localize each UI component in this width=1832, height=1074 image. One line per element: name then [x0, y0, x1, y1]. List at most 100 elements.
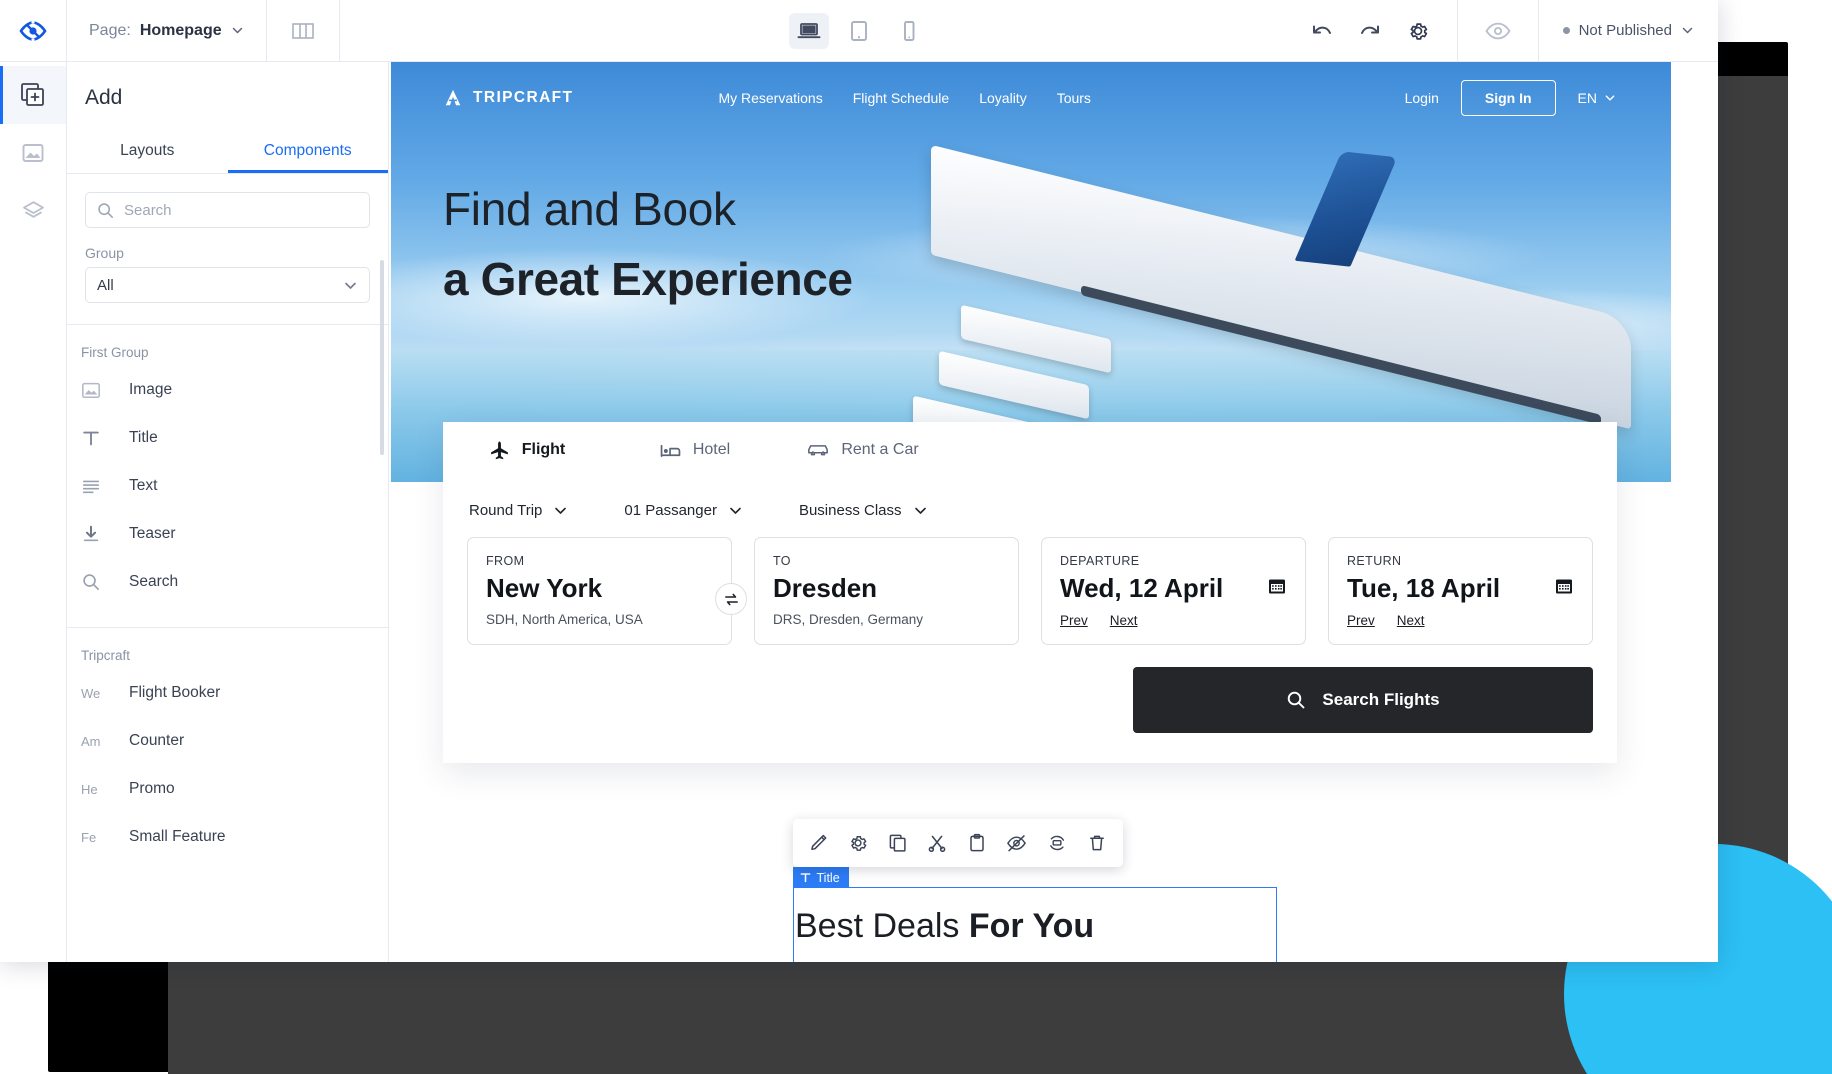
booking-footer: Search Flights: [467, 645, 1593, 733]
to-subtext: DRS, Dresden, Germany: [773, 612, 924, 627]
pencil-icon: [811, 834, 827, 851]
search-input[interactable]: [124, 201, 358, 219]
element-settings-button[interactable]: [848, 833, 868, 853]
departure-prev-link[interactable]: Prev: [1060, 613, 1088, 628]
hide-button[interactable]: [1006, 833, 1027, 853]
section-label-tripcraft: Tripcraft: [81, 648, 131, 663]
redo-button[interactable]: [1359, 22, 1381, 40]
page-selector[interactable]: Page: Homepage: [67, 0, 267, 61]
return-value: Tue, 18 April: [1347, 573, 1501, 603]
tab-layouts[interactable]: Layouts: [67, 132, 228, 173]
chevron-down-icon: [1682, 27, 1693, 34]
selection-type-tag: Title: [792, 867, 849, 888]
site-brand[interactable]: TRIPCRAFT: [443, 88, 573, 108]
return-prev-link[interactable]: Prev: [1347, 613, 1375, 628]
element-edit-toolbar: [793, 819, 1123, 867]
trip-type-select[interactable]: Round Trip: [469, 502, 568, 519]
booking-tab-flight[interactable]: Flight: [443, 422, 611, 478]
image-icon: [22, 144, 44, 162]
component-item-text[interactable]: Text: [67, 462, 388, 510]
device-tablet-button[interactable]: [839, 13, 879, 49]
departure-next-link[interactable]: Next: [1110, 613, 1138, 628]
site-nav-links: My Reservations Flight Schedule Loyality…: [718, 90, 1090, 106]
nav-link-loyality[interactable]: Loyality: [979, 90, 1026, 106]
login-link[interactable]: Login: [1405, 90, 1439, 106]
group-label: Group: [85, 245, 124, 261]
return-field[interactable]: RETURN Tue, 18 April Prev Next: [1328, 537, 1593, 645]
tab-components[interactable]: Components: [228, 132, 389, 173]
component-label: Small Feature: [129, 828, 226, 845]
eye-target-logo-icon: [19, 18, 47, 43]
swap-button[interactable]: [715, 583, 747, 615]
return-label: RETURN: [1347, 554, 1402, 568]
panel-search-wrapper: [67, 174, 388, 228]
to-field[interactable]: TO Dresden DRS, Dresden, Germany: [754, 537, 1019, 645]
nav-link-my-reservations[interactable]: My Reservations: [718, 90, 822, 106]
component-item-title[interactable]: Title: [67, 414, 388, 462]
booking-tab-hotel[interactable]: Hotel: [611, 422, 779, 478]
search-flights-button[interactable]: Search Flights: [1133, 667, 1593, 733]
chevron-down-icon: [730, 507, 741, 514]
cut-button[interactable]: [927, 833, 947, 853]
component-search-box[interactable]: [85, 192, 370, 228]
rail-item-media[interactable]: [0, 124, 66, 182]
component-item-small-feature[interactable]: Fe Small Feature: [67, 813, 388, 861]
panel-scrollbar[interactable]: [380, 260, 384, 455]
component-label: Teaser: [129, 525, 176, 542]
booking-selectors: Round Trip 01 Passanger Business Class: [467, 502, 1593, 537]
from-field[interactable]: FROM New York SDH, North America, USA: [467, 537, 732, 645]
departure-nav: Prev Next: [1060, 613, 1287, 628]
component-item-flight-booker[interactable]: We Flight Booker: [67, 669, 388, 717]
trip-type-value: Round Trip: [469, 502, 543, 519]
edit-button[interactable]: [809, 833, 829, 853]
download-arrow-icon: [81, 524, 129, 544]
hero-section: TRIPCRAFT My Reservations Flight Schedul…: [391, 62, 1671, 482]
calendar-icon[interactable]: [1267, 576, 1287, 596]
add-block-icon: [21, 83, 44, 106]
columns-toggle-button[interactable]: [267, 0, 340, 61]
device-mobile-button[interactable]: [889, 13, 929, 49]
hero-headline-line2: a Great Experience: [443, 253, 853, 305]
text-abbr-icon: We: [81, 685, 101, 701]
paste-button[interactable]: [967, 833, 987, 853]
cabin-class-select[interactable]: Business Class: [799, 502, 928, 519]
delete-button[interactable]: [1087, 833, 1107, 853]
preview-button[interactable]: [1458, 0, 1539, 61]
replace-icon: [1049, 835, 1064, 851]
app-logo[interactable]: [0, 0, 67, 61]
group-select[interactable]: All: [85, 267, 370, 303]
component-item-search[interactable]: Search: [67, 558, 388, 606]
publish-status-dropdown[interactable]: Not Published: [1539, 0, 1718, 61]
tripcraft-logo-icon: [445, 89, 461, 106]
return-next-link[interactable]: Next: [1397, 613, 1425, 628]
booking-tab-rent-a-car[interactable]: Rent a Car: [779, 422, 947, 478]
rail-item-layers[interactable]: [0, 182, 66, 240]
passenger-select[interactable]: 01 Passanger: [624, 502, 743, 519]
language-selector[interactable]: EN: [1578, 90, 1616, 106]
departure-field[interactable]: DEPARTURE Wed, 12 April Prev Next: [1041, 537, 1306, 645]
site-navbar: TRIPCRAFT My Reservations Flight Schedul…: [391, 62, 1671, 134]
component-item-image[interactable]: Image: [67, 366, 388, 414]
component-item-counter[interactable]: Am Counter: [67, 717, 388, 765]
sign-in-button[interactable]: Sign In: [1460, 80, 1556, 116]
nav-link-tours[interactable]: Tours: [1057, 90, 1091, 106]
duplicate-button[interactable]: [888, 833, 908, 853]
component-item-teaser[interactable]: Teaser: [67, 510, 388, 558]
settings-button[interactable]: [1407, 20, 1429, 42]
cabin-class-value: Business Class: [798, 502, 902, 519]
component-item-promo[interactable]: He Promo: [67, 765, 388, 813]
device-desktop-button[interactable]: [789, 12, 829, 49]
from-value: New York: [486, 573, 603, 603]
hero-headline: Find and Book a Great Experience: [443, 182, 853, 306]
search-flights-label: Search Flights: [1322, 690, 1440, 709]
language-label: EN: [1577, 90, 1597, 106]
car-icon: [808, 445, 829, 456]
selected-title-element[interactable]: Title Best Deals For You: [792, 867, 1277, 962]
chevron-down-icon: [555, 507, 567, 514]
undo-button[interactable]: [1311, 22, 1333, 40]
nav-link-flight-schedule[interactable]: Flight Schedule: [853, 90, 950, 106]
group-select-value: All: [97, 276, 114, 294]
rail-item-add[interactable]: [0, 66, 66, 124]
replace-button[interactable]: [1047, 833, 1068, 853]
calendar-icon[interactable]: [1554, 576, 1574, 596]
